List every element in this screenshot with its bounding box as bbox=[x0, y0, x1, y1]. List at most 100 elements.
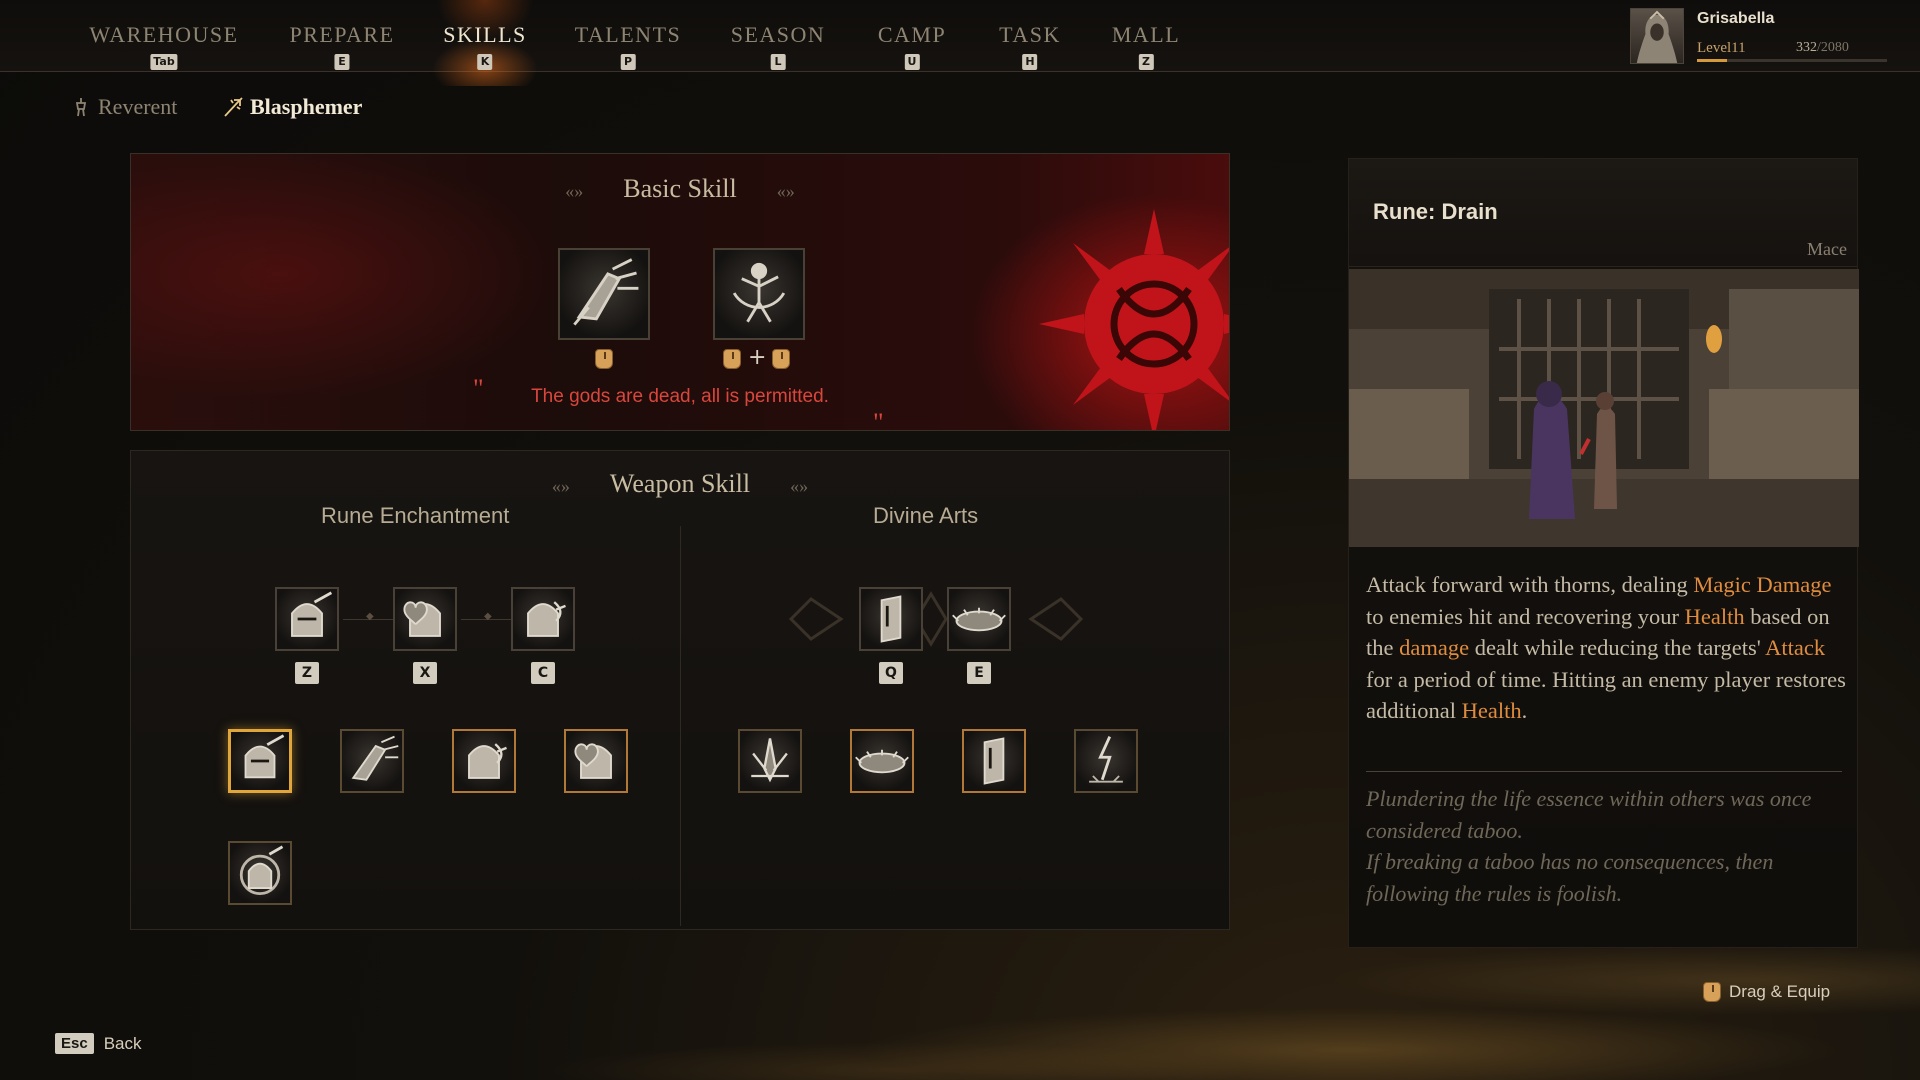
tab-label: PREPARE bbox=[289, 22, 395, 47]
combo-plus-label: + bbox=[748, 345, 767, 370]
tab-season[interactable]: SEASON L bbox=[731, 22, 826, 70]
divine-art-slot[interactable] bbox=[1074, 729, 1138, 793]
ornament-icon: «» bbox=[565, 180, 584, 201]
rune-enchantment-title: Rune Enchantment bbox=[321, 503, 510, 528]
knight-helm-heart-icon bbox=[574, 743, 612, 779]
tab-camp[interactable]: CAMP U bbox=[878, 22, 946, 70]
tab-skills[interactable]: SKILLS K bbox=[443, 22, 527, 70]
mouse-icon bbox=[595, 349, 613, 369]
equipped-rune-x[interactable] bbox=[393, 587, 457, 651]
tab-prepare[interactable]: PREPARE E bbox=[289, 22, 394, 70]
hotkey-badge: L bbox=[770, 54, 786, 70]
knight-helm-slash-icon bbox=[291, 591, 333, 637]
tab-label: SKILLS bbox=[443, 22, 527, 47]
lightning-strike-icon bbox=[1089, 736, 1123, 783]
avatar bbox=[1630, 8, 1684, 64]
hotkey-badge: U bbox=[904, 54, 920, 70]
skill-detail-panel: Rune: Drain Mace Attack forward with tho… bbox=[1348, 158, 1859, 948]
ornament-icon: «» bbox=[790, 475, 809, 496]
desc-keyword: Health bbox=[1684, 603, 1745, 629]
rune-drain-slot[interactable] bbox=[228, 729, 292, 793]
weapon-skill-title: «» Weapon Skill «» bbox=[131, 469, 1229, 499]
weapon-type: Mace bbox=[1807, 239, 1847, 259]
hint-label: Drag & Equip bbox=[1729, 982, 1831, 1001]
xp-bar bbox=[1697, 59, 1887, 62]
xp-max: /2080 bbox=[1817, 40, 1849, 55]
class-label: Blasphemer bbox=[250, 94, 363, 119]
thorn-staff-icon bbox=[224, 97, 243, 117]
drag-equip-hint: Drag & Equip bbox=[1703, 982, 1830, 1002]
hotkey-badge: P bbox=[620, 54, 636, 70]
xp-bar-fill bbox=[1697, 59, 1728, 62]
tab-label: SEASON bbox=[730, 22, 826, 47]
back-label: Back bbox=[103, 1033, 142, 1053]
tab-warehouse[interactable]: WAREHOUSE Tab bbox=[89, 22, 238, 70]
desc-text: to enemies hit and recovering your bbox=[1366, 603, 1685, 629]
rune-slot[interactable] bbox=[340, 729, 404, 793]
hotkey-z: Z bbox=[295, 662, 319, 684]
thorn-claw-icon bbox=[573, 258, 639, 326]
back-button[interactable]: Esc Back bbox=[55, 1033, 142, 1054]
spike-burst-icon bbox=[751, 738, 789, 783]
warrior-spin-icon bbox=[732, 262, 786, 323]
desc-keyword: Health bbox=[1461, 698, 1522, 723]
mouse-icon bbox=[723, 349, 741, 369]
dungeon-scene-icon bbox=[1349, 269, 1859, 547]
ornament-icon: «» bbox=[551, 475, 570, 496]
close-quote-mark: " bbox=[873, 408, 884, 431]
tab-talents[interactable]: TALENTS P bbox=[575, 22, 682, 70]
divine-art-slot[interactable] bbox=[850, 729, 914, 793]
player-name: Grisabella bbox=[1697, 10, 1775, 27]
tome-icon bbox=[983, 737, 1005, 785]
equipped-rune-z[interactable] bbox=[275, 587, 339, 651]
hotkey-badge: Tab bbox=[150, 54, 178, 70]
equipped-rune-c[interactable] bbox=[511, 587, 575, 651]
weapon-skill-panel: «» Weapon Skill «» Rune Enchantment Divine… bbox=[130, 450, 1230, 930]
esc-key-badge: Esc bbox=[55, 1033, 94, 1054]
equipped-divine-e[interactable] bbox=[947, 587, 1011, 651]
skill-name: Rune: Drain bbox=[1373, 199, 1498, 224]
basic-skill-title: «» Basic Skill «» bbox=[131, 174, 1229, 204]
thorn-nest-icon bbox=[855, 749, 909, 774]
desc-keyword: damage bbox=[1399, 635, 1470, 660]
rune-slot[interactable] bbox=[564, 729, 628, 793]
censer-icon bbox=[75, 98, 87, 117]
rune-slot[interactable] bbox=[228, 841, 292, 905]
player-info[interactable]: Grisabella Level11 332/2080 bbox=[1630, 8, 1890, 66]
divine-art-slot[interactable] bbox=[962, 729, 1026, 793]
hotkey-badge: E bbox=[334, 54, 350, 70]
slot-connector bbox=[461, 611, 517, 622]
hotkey-badge: K bbox=[477, 54, 493, 70]
thorn-claw-icon bbox=[351, 735, 399, 781]
divine-art-slot[interactable] bbox=[738, 729, 802, 793]
desc-text: for a period of time. Hitting an enemy p… bbox=[1366, 666, 1846, 724]
class-blasphemer[interactable]: Blasphemer bbox=[222, 94, 362, 120]
player-xp: 332/2080 bbox=[1796, 40, 1849, 56]
desc-keyword: Magic Damage bbox=[1693, 572, 1832, 597]
tab-label: MALL bbox=[1111, 22, 1181, 47]
knight-helm-slash-icon bbox=[244, 734, 285, 779]
rune-slot[interactable] bbox=[452, 729, 516, 793]
desc-text: Attack forward with thorns, dealing bbox=[1366, 572, 1694, 597]
class-label: Reverent bbox=[98, 94, 178, 119]
hotkey-e: E bbox=[967, 662, 991, 684]
knight-helm-heart-icon bbox=[403, 601, 441, 637]
tab-label: CAMP bbox=[877, 22, 947, 47]
hotkey-badge: H bbox=[1022, 54, 1038, 70]
class-reverent[interactable]: Reverent bbox=[70, 94, 177, 120]
equipped-divine-q[interactable] bbox=[859, 587, 923, 651]
detail-header: Rune: Drain Mace bbox=[1349, 159, 1857, 267]
hotkey-badge: Z bbox=[1138, 54, 1154, 70]
skill-description: Attack forward with thorns, dealing Magi… bbox=[1366, 569, 1846, 727]
mouse-icon bbox=[772, 349, 790, 369]
basic-skill-slot-1[interactable] bbox=[558, 248, 650, 340]
desc-keyword: Attack bbox=[1765, 635, 1826, 660]
tab-mall[interactable]: MALL Z bbox=[1112, 22, 1180, 70]
desc-text: . bbox=[1521, 698, 1528, 723]
hotkey-x: X bbox=[413, 662, 437, 684]
ornament-icon: «» bbox=[776, 180, 795, 201]
hotkey-c: C bbox=[531, 662, 555, 684]
basic-skill-slot-2[interactable] bbox=[713, 248, 805, 340]
tab-task[interactable]: TASK H bbox=[999, 22, 1061, 70]
skill-quote: The gods are dead, all is permitted. bbox=[531, 386, 829, 407]
